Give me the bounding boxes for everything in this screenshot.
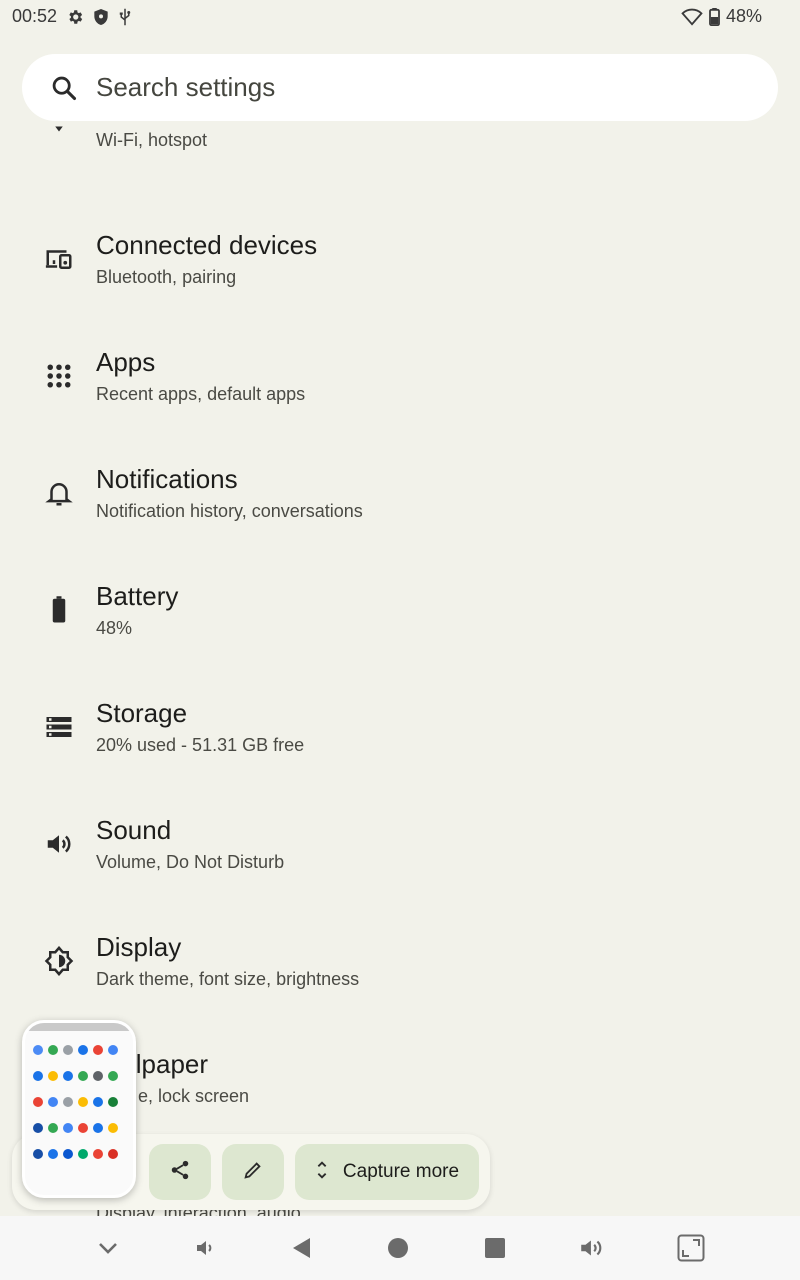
back-triangle-icon [293,1238,310,1258]
thumbnail-app-dot [33,1071,43,1081]
thumbnail-app-dot [93,1045,103,1055]
volume-up-icon [581,1240,602,1256]
search-bar[interactable]: Search settings [22,54,778,121]
status-time: 00:52 [12,6,58,26]
expand-vertical-icon [315,1159,329,1186]
thumbnail-app-dot [108,1149,118,1159]
settings-item-battery[interactable]: Battery 48% [0,573,800,683]
apps-grid-icon [44,361,74,391]
share-button[interactable] [149,1144,211,1200]
battery-status-icon [709,7,720,26]
usb-icon [118,8,132,26]
thumbnail-app-dot [78,1097,88,1107]
settings-item-subtitle: Wi-Fi, hotspot [96,130,208,150]
share-icon [169,1159,191,1186]
thumbnail-app-dot [93,1097,103,1107]
pencil-icon [242,1159,264,1186]
thumbnail-app-dot [48,1097,58,1107]
thumbnail-app-dot [33,1097,43,1107]
thumbnail-app-dot [48,1045,58,1055]
speaker-icon [44,829,74,859]
settings-item-title: Storage [96,698,188,728]
settings-item-title: Sound [96,815,172,845]
volume-up-button[interactable] [575,1232,609,1264]
thumbnail-app-dot [63,1097,73,1107]
home-circle-icon [388,1238,408,1258]
thumbnail-status-strip [25,1023,133,1031]
screenshot-thumbnail[interactable] [22,1020,136,1198]
back-button[interactable] [284,1232,318,1264]
thumbnail-app-dot [33,1149,43,1159]
volume-down-icon [197,1241,212,1255]
settings-item-network[interactable]: Wi-Fi, hotspot [0,122,800,212]
thumbnail-app-dot [108,1097,118,1107]
thumbnail-app-dot [33,1045,43,1055]
settings-item-apps[interactable]: Apps Recent apps, default apps [0,339,800,449]
settings-item-title: Apps [96,347,156,377]
settings-item-subtitle: Notification history, conversations [96,501,363,521]
settings-item-title: Display [96,932,182,962]
wifi-signal-icon [681,8,703,26]
brightness-icon [44,946,74,976]
thumbnail-app-dot [48,1071,58,1081]
search-icon [50,74,78,102]
thumbnail-app-dot [93,1149,103,1159]
thumbnail-app-dot [63,1123,73,1133]
settings-item-title: llpaper [130,1049,209,1079]
search-placeholder: Search settings [96,72,276,102]
thumbnail-app-dot [78,1123,88,1133]
shield-icon [93,8,109,26]
thumbnail-app-dot [78,1045,88,1055]
volume-down-button[interactable] [188,1232,222,1264]
settings-item-subtitle: 20% used - 51.31 GB free [96,735,305,755]
thumbnail-app-dot [48,1149,58,1159]
hide-nav-button[interactable] [91,1232,125,1264]
thumbnail-app-grid [33,1045,120,1159]
battery-percentage: 48% [725,6,762,26]
capture-more-label: Capture more [342,1161,460,1182]
status-bar: 00:52 48% [0,0,800,34]
settings-item-display[interactable]: Display Dark theme, font size, brightnes… [0,924,800,1034]
thumbnail-app-dot [63,1071,73,1081]
settings-item-notifications[interactable]: Notifications Notification history, conv… [0,456,800,566]
bell-icon [44,478,74,508]
settings-item-subtitle: 48% [96,618,133,638]
battery-icon [44,595,74,625]
fullscreen-icon [677,1234,705,1262]
settings-item-sound[interactable]: Sound Volume, Do Not Disturb [0,807,800,917]
thumbnail-app-dot [93,1071,103,1081]
devices-icon [44,244,74,274]
thumbnail-app-dot [48,1123,58,1133]
thumbnail-app-dot [33,1123,43,1133]
settings-gear-icon [66,8,84,26]
settings-item-connected-devices[interactable]: Connected devices Bluetooth, pairing [0,222,800,332]
storage-icon [44,712,74,742]
settings-item-subtitle: Recent apps, default apps [96,384,306,404]
thumbnail-app-dot [63,1149,73,1159]
home-button[interactable] [381,1232,415,1264]
rotate-screen-button[interactable] [674,1232,708,1264]
settings-item-storage[interactable]: Storage 20% used - 51.31 GB free [0,690,800,800]
capture-more-button[interactable]: Capture more [295,1144,479,1200]
thumbnail-app-dot [108,1123,118,1133]
settings-item-title: Notifications [96,464,238,494]
settings-item-title: Connected devices [96,230,318,260]
thumbnail-app-dot [108,1045,118,1055]
settings-item-subtitle: Bluetooth, pairing [96,267,237,287]
chevron-down-icon [99,1243,117,1254]
settings-item-subtitle: Dark theme, font size, brightness [96,969,360,989]
thumbnail-app-dot [108,1071,118,1081]
thumbnail-app-dot [78,1071,88,1081]
thumbnail-app-dot [63,1045,73,1055]
wifi-icon [44,122,74,144]
recents-square-icon [485,1238,505,1258]
thumbnail-app-dot [93,1123,103,1133]
recents-button[interactable] [478,1232,512,1264]
settings-item-title: Battery [96,581,179,611]
edit-button[interactable] [222,1144,284,1200]
settings-item-subtitle: Volume, Do Not Disturb [96,852,285,872]
thumbnail-app-dot [78,1149,88,1159]
settings-item-subtitle: e, lock screen [138,1086,250,1106]
